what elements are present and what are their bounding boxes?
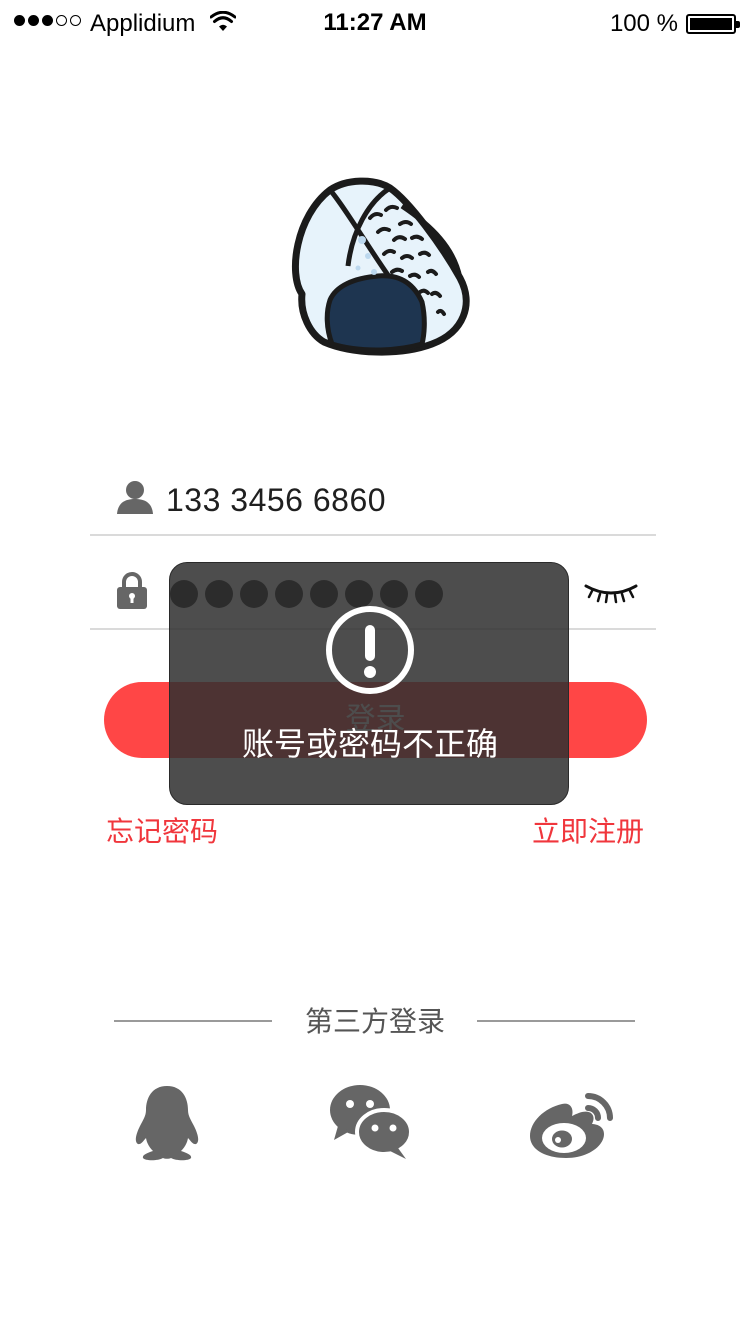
rice-ball-logo [291,177,470,356]
qq-icon[interactable] [122,1082,212,1162]
battery-icon [686,14,740,34]
phone-input[interactable]: 133 3456 6860 [166,482,386,519]
status-bar: Applidium 11:27 AM 100 % [0,0,750,48]
lock-icon [117,572,147,609]
error-toast: 账号或密码不正确 [169,562,569,805]
eye-closed-icon[interactable] [584,582,638,604]
alert-icon [326,606,414,694]
wechat-icon[interactable] [326,1082,416,1162]
phone-field-row[interactable]: 133 3456 6860 [90,442,656,536]
error-message: 账号或密码不正确 [241,725,498,763]
forgot-password-link[interactable]: 忘记密码 [106,810,218,850]
third-party-login-title: 第三方登录 [304,1005,445,1038]
battery-percentage: 100 % [609,10,678,37]
divider-right [477,1020,635,1022]
register-link[interactable]: 立即注册 [532,810,644,850]
user-icon [117,481,153,514]
weibo-icon[interactable] [526,1082,616,1162]
